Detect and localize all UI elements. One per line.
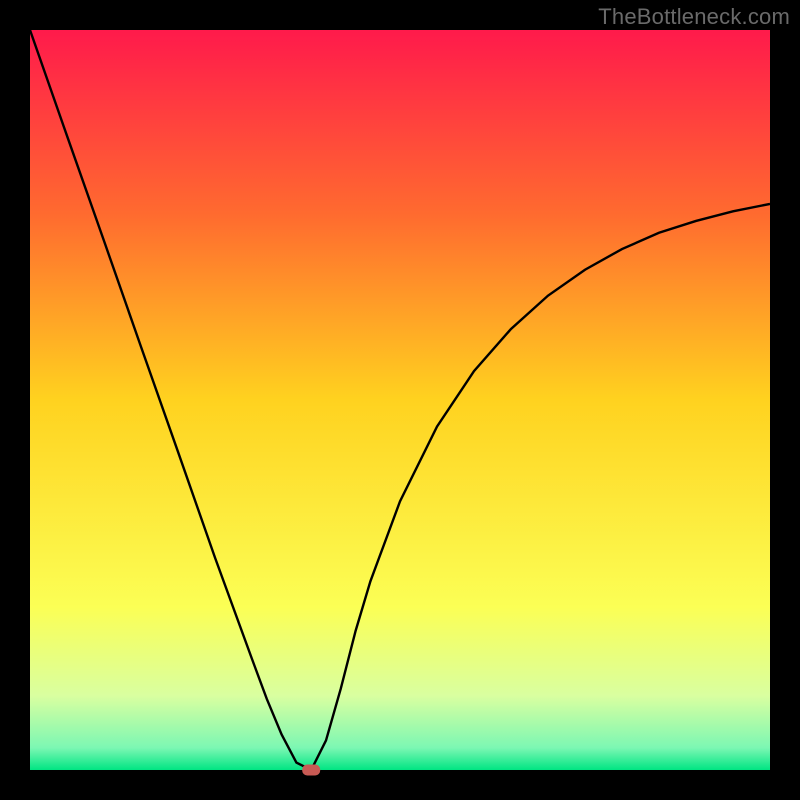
chart-container: TheBottleneck.com: [0, 0, 800, 800]
bottleneck-chart: [0, 0, 800, 800]
watermark-text: TheBottleneck.com: [598, 4, 790, 30]
optimum-marker: [302, 765, 320, 776]
plot-background: [30, 30, 770, 770]
